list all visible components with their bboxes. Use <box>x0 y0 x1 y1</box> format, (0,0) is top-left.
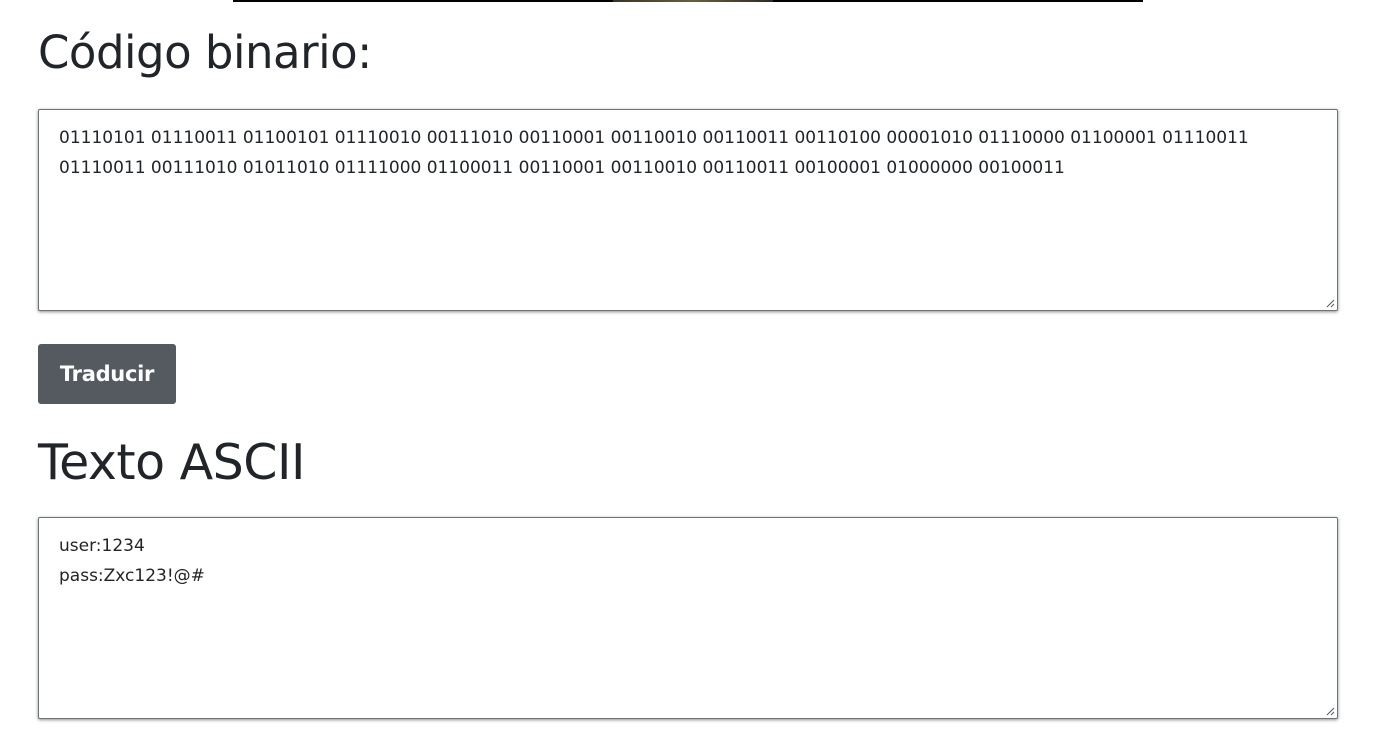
top-image-edge <box>233 0 1143 2</box>
ascii-heading: Texto ASCII <box>38 434 305 491</box>
translate-button[interactable]: Traducir <box>38 344 176 404</box>
binary-heading: Código binario: <box>38 26 372 79</box>
binary-input[interactable]: 01110101 01110011 01100101 01110010 0011… <box>39 110 1337 310</box>
ascii-textarea-wrapper: user:1234 pass:Zxc123!@# <box>38 517 1338 719</box>
ascii-output[interactable]: user:1234 pass:Zxc123!@# <box>39 518 1337 718</box>
resize-handle-icon[interactable] <box>1325 298 1335 308</box>
binary-textarea-wrapper: 01110101 01110011 01100101 01110010 0011… <box>38 109 1338 311</box>
image-fragment <box>613 0 773 2</box>
resize-handle-icon[interactable] <box>1325 706 1335 716</box>
